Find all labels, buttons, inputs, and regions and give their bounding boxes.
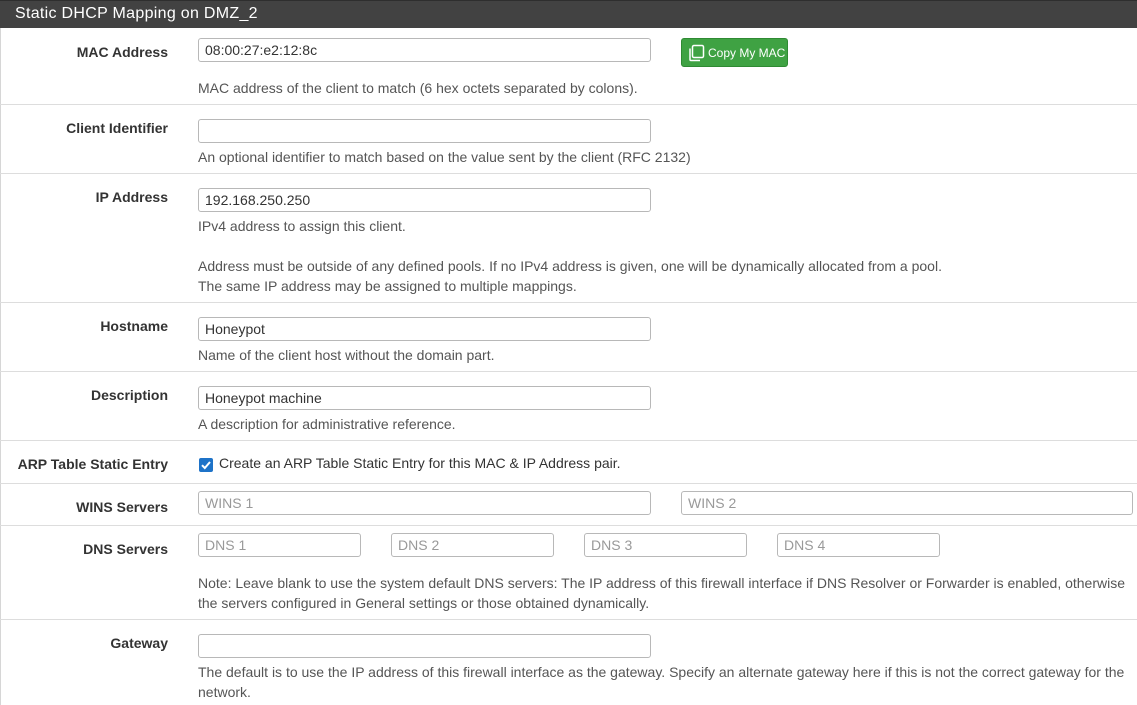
dns-servers-label: DNS Servers xyxy=(83,541,168,557)
description-label: Description xyxy=(90,387,168,403)
ip-address-label: IP Address xyxy=(95,189,168,205)
gateway-label: Gateway xyxy=(110,635,168,651)
arp-label: ARP Table Static Entry xyxy=(17,456,168,472)
client-identifier-help: An optional identifier to match based on… xyxy=(198,149,691,165)
hostname-label: Hostname xyxy=(100,318,168,334)
ip-address-help: IPv4 address to assign this client. xyxy=(198,218,406,234)
wins-1-input[interactable]: WINS 1 xyxy=(198,491,651,515)
hostname-help: Name of the client host without the doma… xyxy=(198,347,495,363)
arp-checkbox-label[interactable]: Create an ARP Table Static Entry for thi… xyxy=(219,455,621,471)
hostname-input[interactable]: Honeypot xyxy=(198,317,651,341)
dns-servers-help-continued: the servers configured in General settin… xyxy=(198,595,650,611)
copy-my-mac-button[interactable]: Copy My MAC xyxy=(681,38,788,67)
ip-address-multiple-note: The same IP address may be assigned to m… xyxy=(198,278,577,294)
arp-checkbox[interactable] xyxy=(199,458,213,472)
ip-address-input[interactable]: 192.168.250.250 xyxy=(198,188,651,212)
dns-1-input[interactable]: DNS 1 xyxy=(198,533,361,557)
wins-servers-label: WINS Servers xyxy=(76,499,168,515)
wins-2-input[interactable]: WINS 2 xyxy=(681,491,1133,515)
gateway-help: The default is to use the IP address of … xyxy=(198,664,1125,680)
dns-2-input[interactable]: DNS 2 xyxy=(391,533,554,557)
mac-address-label: MAC Address xyxy=(76,44,168,60)
description-help: A description for administrative referen… xyxy=(198,416,456,432)
copy-my-mac-label: Copy My MAC xyxy=(708,46,786,60)
copy-icon xyxy=(689,44,705,62)
panel-heading: Static DHCP Mapping on DMZ_2 xyxy=(0,0,1137,28)
dns-4-input[interactable]: DNS 4 xyxy=(777,533,940,557)
client-identifier-label: Client Identifier xyxy=(66,120,168,136)
dns-servers-help: Note: Leave blank to use the system defa… xyxy=(198,575,1126,591)
mac-address-input[interactable]: 08:00:27:e2:12:8c xyxy=(198,38,651,62)
checkmark-icon xyxy=(201,461,211,470)
mac-address-help: MAC address of the client to match (6 he… xyxy=(198,80,638,96)
client-identifier-input[interactable] xyxy=(198,119,651,143)
gateway-input[interactable] xyxy=(198,634,651,658)
ip-address-pool-note: Address must be outside of any defined p… xyxy=(198,258,942,274)
description-input[interactable]: Honeypot machine xyxy=(198,386,651,410)
panel-title: Static DHCP Mapping on DMZ_2 xyxy=(15,5,258,22)
dns-3-input[interactable]: DNS 3 xyxy=(584,533,747,557)
gateway-help-continued: network. xyxy=(198,684,251,700)
